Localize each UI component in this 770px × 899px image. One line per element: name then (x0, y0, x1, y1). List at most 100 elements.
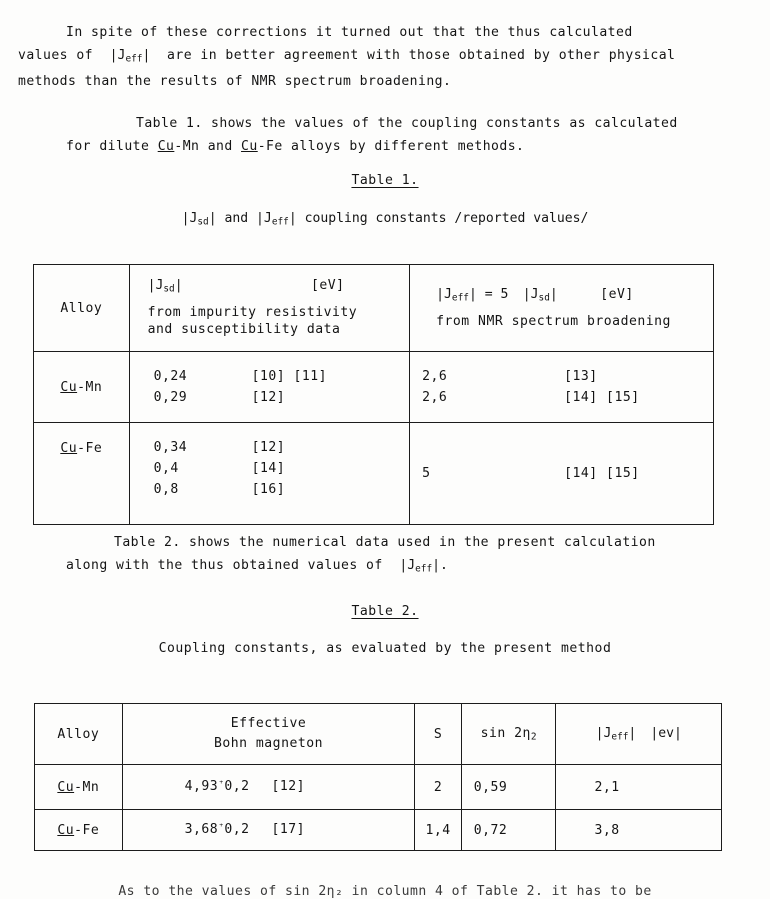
table2-row1-jeff: 3,8 (555, 809, 722, 851)
table2-header-sin-2eta2: sin 2η2 (460, 703, 557, 765)
p2l2-text-a: for dilute (66, 138, 150, 154)
p1l2-text-b: are in better agreement with those obtai… (167, 47, 676, 63)
t2r1-alloy-rest: -Fe (74, 822, 100, 838)
t1r1-jsd-val1: 0,4 (153, 461, 179, 476)
t1r0-jsd-val1: 0,29 (153, 390, 188, 405)
t2h-sin-prefix: sin 2η (480, 725, 531, 741)
t1h-jeff-symbol: |Jeff| = 5 (436, 287, 509, 304)
t2h-jeff-unit: |ev| (650, 725, 682, 741)
t1h-jeff-eq: | = 5 (468, 287, 509, 303)
t1r0-jeff-val1: 2,6 (422, 390, 448, 405)
table2-row0-jeff: 2,1 (555, 764, 722, 810)
t1h-jsd-close: | (174, 277, 183, 293)
t1h-jsd2-close: | (549, 287, 558, 303)
table1-header-jsd-line1: |Jsd| [eV] (130, 278, 410, 295)
t1h-jsd-sub: sd (163, 283, 175, 295)
table1-row0-alloy: Cu-Mn (33, 351, 130, 423)
t1r1-jsd-val2: 0,8 (153, 482, 179, 497)
table2-header-row: Alloy Effective Bohn magneton S sin 2η2 … (34, 703, 722, 765)
table2-title-wrap: Table 2. (0, 604, 770, 619)
t2r0-cu: Cu (57, 779, 75, 795)
p2l2-alloy1-rest: -Mn and (174, 138, 233, 154)
t2h-jeff-sub: eff (611, 731, 629, 743)
t1cap-tail: | coupling constants /reported values/ (288, 211, 589, 226)
t1r0-jsd-line0: 0,24 [10] [11] (130, 366, 410, 387)
paragraph3-line1: Table 2. shows the numerical data used i… (114, 535, 656, 550)
p2l2-alloy1-cu: Cu (157, 138, 175, 154)
paragraph1-line2: values of |Jeff| are in better agreement… (18, 45, 675, 71)
table2-header-effective-bohn-magneton: Effective Bohn magneton (121, 703, 416, 765)
t2h-jeff-symbol: |Jeff| (595, 725, 637, 743)
t2r0-bohn-err: 0,2 (224, 779, 250, 795)
table2-header-jeff-ev: |Jeff| |ev| (555, 703, 722, 765)
t2r0-bohn-ref: [12] (271, 779, 306, 795)
t1cap-jsd-open: |J (181, 211, 198, 226)
p1l2-jeff-open: |J (109, 47, 126, 63)
t2h-jeff-open: |J (595, 725, 612, 741)
table1-row1-alloy: Cu-Fe (33, 422, 130, 525)
t1h-jeff-open: |J (436, 287, 452, 303)
t1cap-jeff-sub: eff (271, 216, 289, 228)
p3l2-jeff-close: |. (432, 557, 448, 573)
t2r0-alloy-rest: -Mn (74, 779, 100, 795)
table2-header-s: S (414, 703, 462, 765)
t1h-jsd-desc-a: from impurity resistivity (147, 305, 358, 321)
t1r1-jsd-line1: 0,4 [14] (130, 458, 410, 479)
table1-header-alloy: Alloy (33, 264, 130, 352)
table1-caption-jsd: |Jsd| and |Jeff| coupling constants /rep… (181, 211, 589, 228)
t1r1-jsd-line0: 0,34 [12] (130, 437, 410, 458)
t1r1-alloy-rest: -Fe (77, 441, 103, 456)
t2r0-bohn-val: 4,93 (184, 779, 219, 795)
table1-row1-jeff: 5 [14] [15] (409, 422, 714, 525)
p3l2-jeff-sub: eff (415, 563, 433, 575)
t1r1-jsd-ref0: [12] (251, 440, 286, 455)
paragraph1-line3: methods than the results of NMR spectrum… (18, 73, 452, 89)
p1l2-jeff-close: | (142, 47, 151, 63)
p2l2-alloy2-rest: -Fe alloys by different methods. (257, 138, 525, 154)
table-row: Cu-Fe 0,34 [12] 0,4 [14] 0,8 [16] 5 [14] [15… (33, 422, 714, 525)
table2-header-alloy: Alloy (34, 703, 123, 765)
t1r0-jeff-ref1: [14] [15] (564, 390, 640, 405)
paragraph-corrections: In spite of these corrections it turned … (18, 22, 675, 93)
t1r0-jsd-ref1: [12] (251, 390, 286, 405)
paragraph2-line2: for dilute Cu-Mn and Cu-Fe alloys by dif… (66, 136, 678, 159)
t1h-jsd-symbol: |Jsd| (148, 277, 183, 295)
table2-caption: Coupling constants, as evaluated by the … (158, 641, 612, 656)
table2-row1-s: 1,4 (414, 809, 462, 851)
t1r1-jsd-line2: 0,8 [16] (130, 479, 410, 500)
t1h-jeff-unit: [eV] (600, 287, 634, 303)
t1r1-jsd-ref1: [14] (251, 461, 286, 476)
t2r1-bohn-val: 3,68 (184, 822, 219, 838)
t2h-sin-sub: 2 (530, 731, 537, 743)
t2r1-bohn-ref: [17] (271, 822, 306, 838)
t1r0-jeff-line1: 2,6 [14] [15] (410, 387, 713, 408)
table2-row0-sin: 0,59 (460, 764, 557, 810)
table1-title-wrap: Table 1. (0, 173, 770, 188)
table-row: Cu-Fe 3,68⁺0,2 [17] 1,4 0,72 3,8 (34, 809, 722, 851)
table2-row0-bohn: 4,93⁺0,2 [12] (121, 764, 416, 810)
t1r1-jeff-val0: 5 (422, 466, 431, 481)
t1cap-jsd-sub: sd (197, 216, 209, 228)
p1l2-jeff-sub: eff (125, 53, 143, 65)
table2-row0-alloy: Cu-Mn (34, 764, 123, 810)
table2-row1-sin: 0,72 (460, 809, 557, 851)
p3l2-jeff-open: |J (399, 557, 416, 573)
table1-header-jsd-line2: from impurity resistivity and susceptibi… (130, 304, 410, 338)
p1l2-jeff-symbol: |Jeff| (109, 47, 151, 65)
t1r0-jsd-val0: 0,24 (153, 369, 188, 384)
t1r1-jsd-ref2: [16] (251, 482, 286, 497)
t1r0-jeff-ref0: [13] (564, 369, 598, 384)
table1-caption: |Jsd| and |Jeff| coupling constants /rep… (0, 211, 770, 228)
t2r1-cu: Cu (57, 822, 75, 838)
t1h-jeff-sub: eff (451, 292, 469, 304)
p1l2-text-a: values of (18, 47, 93, 63)
t2r1-bohn-err: 0,2 (224, 822, 250, 838)
table2-row1-alloy: Cu-Fe (34, 809, 123, 851)
cropped-bottom-line: As to the values of sin 2η₂ in column 4 … (118, 884, 652, 899)
t2h-effective: Effective (230, 716, 307, 731)
paragraph-table1-intro: Table 1. shows the values of the couplin… (66, 113, 678, 158)
table2-row1-bohn: 3,68⁺0,2 [17] (121, 809, 416, 851)
t1r0-jeff-line0: 2,6 [13] (410, 366, 713, 387)
t1h-jsd2-symbol: |Jsd| (523, 287, 558, 304)
table1-header-row: Alloy |Jsd| [eV] from impurity resistivi… (33, 264, 714, 352)
